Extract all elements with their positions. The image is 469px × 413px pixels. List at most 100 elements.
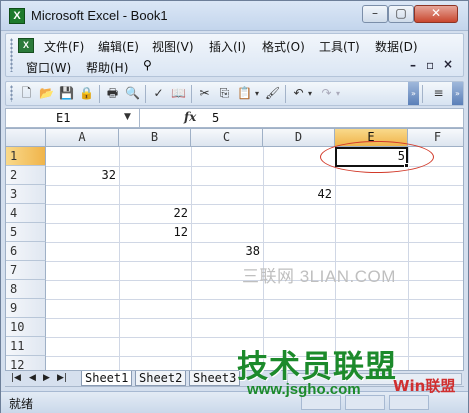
print-icon[interactable]: 🖶 — [104, 85, 121, 102]
menu-edit[interactable]: 编辑(E) — [98, 38, 139, 55]
permission-icon[interactable]: 🔒 — [78, 85, 95, 102]
toolbar-separator — [422, 85, 423, 103]
toolbar-separator — [191, 85, 192, 103]
toolbar-separator — [285, 85, 286, 103]
maximize-button[interactable]: ▢ — [388, 5, 414, 23]
row-header[interactable]: 4 — [6, 204, 46, 223]
site-watermark: 三联网 3LIAN.COM — [242, 267, 396, 286]
doc-restore-icon[interactable]: ▫ — [426, 58, 434, 72]
column-header-f[interactable]: F — [408, 129, 463, 147]
logo-win: Win联盟 — [393, 377, 456, 395]
redo-icon[interactable]: ↷ — [318, 85, 335, 102]
grid-line — [46, 337, 463, 338]
menu-insert[interactable]: 插入(I) — [209, 38, 246, 55]
row-header[interactable]: 7 — [6, 261, 46, 280]
formula-bar: E1 ▼ fx 5 — [5, 108, 464, 128]
status-text: 就绪 — [9, 397, 34, 411]
undo-dropdown-icon[interactable]: ▾ — [306, 85, 314, 102]
undo-icon[interactable]: ↶ — [290, 85, 307, 102]
row-header[interactable]: 10 — [6, 318, 46, 337]
column-header-c[interactable]: C — [191, 129, 263, 147]
name-box-value: E1 — [56, 111, 71, 125]
insert-function-icon[interactable]: fx — [184, 110, 196, 124]
prev-sheet-icon[interactable]: ◀ — [29, 373, 36, 383]
research-icon[interactable]: 📖 — [170, 85, 187, 102]
cell-a2[interactable]: 32 — [46, 166, 119, 185]
align-icon[interactable]: ≡ — [430, 85, 447, 102]
open-folder-icon[interactable]: 📂 — [38, 85, 55, 102]
menubar-grip[interactable] — [10, 38, 13, 72]
toolbar-options-icon[interactable]: » — [408, 82, 419, 105]
grid-line — [46, 204, 463, 205]
row-header[interactable]: 1 — [6, 147, 46, 166]
grid-line — [46, 223, 463, 224]
row-header[interactable]: 9 — [6, 299, 46, 318]
workbook-icon[interactable]: X — [18, 38, 34, 53]
format-painter-icon[interactable]: 🖌 — [264, 85, 281, 102]
paste-icon[interactable]: 📋 — [236, 85, 253, 102]
grid-line — [46, 318, 463, 319]
next-sheet-icon[interactable]: ▶ — [43, 373, 50, 383]
row-header[interactable]: 11 — [6, 337, 46, 356]
save-icon[interactable]: 💾 — [58, 85, 75, 102]
menu-file[interactable]: 文件(F) — [44, 38, 84, 55]
row-header[interactable]: 5 — [6, 223, 46, 242]
row-header[interactable]: 12 — [6, 356, 46, 370]
sheet-tab-sheet1[interactable]: Sheet1 — [81, 371, 133, 386]
row-header[interactable]: 6 — [6, 242, 46, 261]
cell-b5[interactable]: 12 — [119, 223, 191, 242]
excel-window: X Microsoft Excel - Book1 – ▢ ✕ X 文件(F) … — [0, 0, 469, 413]
cell-b4[interactable]: 22 — [119, 204, 191, 223]
grid-line — [46, 299, 463, 300]
row-header[interactable]: 3 — [6, 185, 46, 204]
row-header[interactable]: 8 — [6, 280, 46, 299]
column-header-b[interactable]: B — [119, 129, 191, 147]
title-bar: X Microsoft Excel - Book1 – ▢ ✕ — [1, 1, 468, 31]
logo-title: 技术员联盟 — [237, 349, 397, 385]
grid-line — [46, 185, 463, 186]
toolbar-grip[interactable] — [10, 85, 13, 102]
binoculars-icon[interactable]: ⚲ — [143, 58, 152, 72]
sheet-tab-sheet3[interactable]: Sheet3 — [189, 371, 241, 386]
doc-minimize-icon[interactable]: – — [410, 58, 416, 72]
sheet-tab-sheet2[interactable]: Sheet2 — [135, 371, 187, 386]
chevron-down-icon[interactable]: ▼ — [124, 112, 131, 122]
worksheet-grid: A B C D E F 1 2 3 4 5 6 7 8 9 10 11 12 5 — [5, 128, 464, 371]
column-header-d[interactable]: D — [263, 129, 335, 147]
row-header[interactable]: 2 — [6, 166, 46, 185]
doc-close-icon[interactable]: × — [443, 57, 453, 71]
status-panel — [389, 395, 429, 410]
first-sheet-icon[interactable]: |◀ — [11, 373, 21, 383]
copy-icon[interactable]: ⎘ — [216, 85, 233, 102]
close-button[interactable]: ✕ — [414, 5, 458, 23]
spelling-icon[interactable]: ✓ — [150, 85, 167, 102]
standard-toolbar: 🗋 📂 💾 🔒 🖶 🔍 ✓ 📖 ✂ ⎘ 📋 ▾ 🖌 ↶ ▾ ↷ ▾ » ≡ » — [5, 81, 464, 106]
cut-icon[interactable]: ✂ — [196, 85, 213, 102]
excel-app-icon[interactable]: X — [9, 8, 25, 24]
window-title: Microsoft Excel - Book1 — [31, 8, 168, 23]
toolbar-separator — [99, 85, 100, 103]
menu-format[interactable]: 格式(O) — [262, 38, 305, 55]
cell-c6[interactable]: 38 — [191, 242, 263, 261]
menu-tools[interactable]: 工具(T) — [319, 38, 360, 55]
menu-data[interactable]: 数据(D) — [375, 38, 418, 55]
annotation-ellipse — [320, 141, 434, 173]
logo-url: www.jsgho.com — [247, 381, 361, 398]
new-document-icon[interactable]: 🗋 — [18, 85, 35, 102]
formula-input[interactable]: 5 — [212, 111, 219, 125]
menu-window[interactable]: 窗口(W) — [26, 59, 71, 76]
menu-view[interactable]: 视图(V) — [152, 38, 194, 55]
redo-dropdown-icon[interactable]: ▾ — [334, 85, 342, 102]
menu-help[interactable]: 帮助(H) — [86, 59, 128, 76]
name-box[interactable]: E1 ▼ — [6, 109, 140, 127]
cell-d3[interactable]: 42 — [263, 185, 335, 204]
column-header-a[interactable]: A — [46, 129, 119, 147]
print-preview-icon[interactable]: 🔍 — [124, 85, 141, 102]
minimize-button[interactable]: – — [362, 5, 388, 23]
toolbar-options-icon-2[interactable]: » — [452, 82, 463, 105]
menu-bar: X 文件(F) 编辑(E) 视图(V) 插入(I) 格式(O) 工具(T) 数据… — [5, 33, 464, 77]
paste-dropdown-icon[interactable]: ▾ — [253, 85, 261, 102]
select-all-corner[interactable] — [6, 129, 46, 147]
last-sheet-icon[interactable]: ▶| — [57, 373, 67, 383]
toolbar-separator — [145, 85, 146, 103]
